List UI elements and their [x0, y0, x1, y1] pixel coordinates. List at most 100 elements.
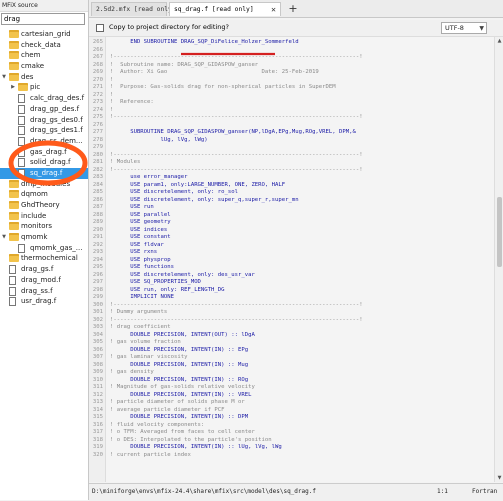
tree-file-item[interactable]: calc_drag_des.f [0, 93, 88, 104]
tree-file-item[interactable]: usr_drag.f [0, 296, 88, 307]
tree-file-item[interactable]: drag_gs.f [0, 264, 88, 275]
folder-icon [9, 201, 19, 209]
line-number: 301 [92, 309, 103, 315]
tree-file-item[interactable]: drag_gs_des0.f [0, 115, 88, 126]
line-number: 297 [92, 279, 103, 285]
tree-folder-item[interactable]: thermochemical [0, 253, 88, 264]
line-number: 317 [92, 429, 103, 435]
line-number: 300 [92, 301, 103, 308]
chevron-icon[interactable]: ▼ [1, 232, 7, 243]
folder-icon [9, 72, 19, 81]
tree-folder-item[interactable]: cartesian_grid [0, 29, 88, 40]
line-number: 309 [92, 369, 103, 375]
file-icon [18, 147, 25, 157]
tree-item-label: drag_gs_des0.f [30, 115, 83, 124]
vertical-scrollbar[interactable]: ▲ ▼ [494, 37, 503, 482]
scroll-down-icon[interactable]: ▼ [495, 474, 503, 482]
code-line: ! gas density [110, 369, 154, 375]
line-number: 277 [92, 129, 103, 135]
tree-filter-input[interactable] [1, 13, 85, 25]
tree-file-item[interactable]: drag_gp_des.f [0, 104, 88, 115]
folder-icon [9, 62, 19, 71]
code-line: ! fluid velocity components: [110, 421, 205, 428]
line-number: 280 [92, 151, 103, 158]
tree-folder-item[interactable]: GhdTheory [0, 200, 88, 211]
line-number-gutter: 265 266 267 268 269 270 271 272 273 274 275 276 277 2… [89, 37, 106, 482]
tree-folder-item[interactable]: dqmom [0, 189, 88, 200]
tree-item-label: chem [21, 51, 41, 60]
code-line: lUg, lVg, lWg) [110, 136, 208, 143]
tree-file-item[interactable]: drag_mod.f [0, 275, 88, 286]
line-number: 306 [92, 346, 103, 353]
tab-mfx-file[interactable]: 2.5d2.mfx [read only] [91, 2, 176, 16]
code-line: DOUBLE PRECISION, INTENT(IN) :: DPM [110, 414, 249, 420]
code-line: ! gas laminar viscosity [110, 354, 188, 360]
code-line: ! Purpose: Gas-solids drag for non-spher… [110, 84, 336, 90]
code-line: ! [110, 91, 114, 98]
tree-file-item[interactable]: solid_drag.f [0, 157, 88, 168]
copy-to-project-checkbox[interactable] [96, 24, 104, 32]
tree-folder-item[interactable]: dmp_modules [0, 179, 88, 190]
scrollbar-thumb[interactable] [497, 197, 502, 267]
source-tree-panel: MFiX source cartesian_grid check_datachem… [0, 0, 89, 500]
code-line: USE indices [110, 226, 168, 233]
code-line: USE discretelement, only: ro_sol [110, 189, 238, 195]
line-number: 304 [92, 331, 103, 338]
code-line: ! gas volume fraction [110, 339, 181, 345]
chevron-icon[interactable]: ▶ [10, 82, 16, 93]
line-number: 276 [92, 121, 103, 128]
code-line: !---------------------------------------… [110, 114, 363, 120]
code-line: use error_manager [110, 174, 188, 180]
tree-folder-item[interactable]: check_data [0, 40, 88, 51]
tree-folder-item[interactable]: monitors [0, 221, 88, 232]
tree-folder-item[interactable]: include [0, 211, 88, 222]
code-line: USE functions [110, 264, 174, 270]
line-number: 267 [92, 54, 103, 60]
tree-item-label: qmomk [21, 233, 48, 242]
tab-sq-drag[interactable]: sq_drag.f [read only] ✕ [169, 2, 281, 16]
code-line: ! Subroutine name: DRAG_SQP_GIDASPOW_gan… [110, 61, 259, 68]
code-line: USE constant [110, 234, 171, 240]
tree-item-label: usr_drag.f [21, 297, 57, 306]
file-icon [18, 126, 25, 136]
tree-item-label: cmake [21, 62, 45, 71]
chevron-icon[interactable]: ▼ [1, 72, 7, 83]
tree-file-item[interactable]: drag_gs_des1.f [0, 125, 88, 136]
tree-item-label: gas_drag.f [30, 147, 67, 156]
code-line: ! Magnitude of gas-solids relative veloc… [110, 384, 255, 390]
code-line: SUBROUTINE DRAG_SQP_GIDASPOW_ganser(NP,l… [110, 129, 356, 135]
scroll-up-icon[interactable]: ▲ [495, 37, 503, 45]
file-icon [18, 115, 25, 125]
code-line: USE geometry [110, 219, 171, 225]
tree-file-item[interactable]: gas_drag.f [0, 147, 88, 158]
line-number: 293 [92, 249, 103, 255]
file-icon [18, 158, 25, 168]
encoding-select[interactable]: UTF-8 ▼ [441, 22, 487, 34]
code-line: USE discretelement, only: des_usr_var [110, 271, 255, 278]
tree-folder-item[interactable]: chem [0, 50, 88, 61]
line-number: 307 [92, 354, 103, 360]
tree-file-item[interactable]: drag_ss.f [0, 286, 88, 297]
code-editor[interactable]: 265 266 267 268 269 270 271 272 273 274 275 276 277 2… [89, 37, 494, 482]
tree-file-item[interactable]: sq_drag.f [0, 167, 88, 179]
code-line: !---------------------------------------… [110, 151, 363, 158]
tree-folder-item[interactable]: ▼ qmomk [0, 232, 88, 243]
new-tab-button[interactable]: + [285, 2, 301, 16]
code-line: DOUBLE PRECISION, INTENT(IN) :: EPg [110, 346, 249, 353]
code-line: ! o DES: Interpolated to the particle's … [110, 436, 272, 443]
tree-folder-item[interactable]: ▼ des [0, 72, 88, 83]
code-line: ! average particle diameter if PCF [110, 406, 225, 413]
tree-folder-item[interactable]: cmake [0, 61, 88, 72]
code-line: !---------------------------------------… [110, 316, 363, 323]
close-icon[interactable]: ✕ [271, 3, 276, 17]
line-number: 318 [92, 436, 103, 443]
encoding-value: UTF-8 [445, 24, 464, 32]
tree-item-label: dqmom [21, 190, 48, 199]
folder-icon [18, 83, 28, 92]
tree-file-item[interactable]: drag_ss_dem... [0, 136, 88, 147]
tree-file-item[interactable]: qmomk_gas_... [0, 243, 88, 254]
tree-item-label: drag_gs.f [21, 265, 54, 274]
tree-item-label: sq_drag.f [30, 168, 63, 177]
tree-folder-item[interactable]: ▶ pic [0, 82, 88, 93]
tab-label: sq_drag.f [read only] [174, 6, 254, 13]
